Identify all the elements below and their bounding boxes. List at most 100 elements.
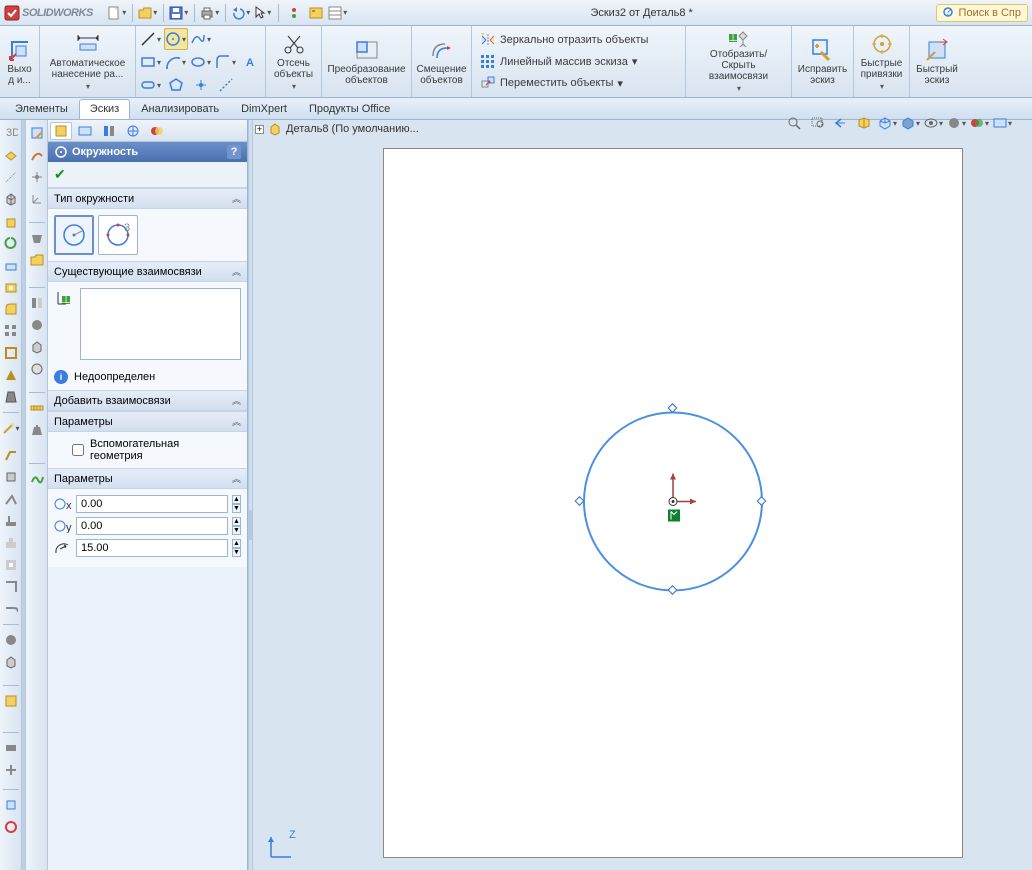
body-icon[interactable] [28, 338, 46, 356]
hide-show-icon[interactable]: ▾ [923, 114, 943, 132]
rebuild-icon[interactable] [284, 3, 304, 23]
section-options[interactable]: Параметры︽ [48, 411, 247, 432]
misc6-icon[interactable] [2, 796, 20, 814]
move-entities-button[interactable]: Переместить объекты ▾ [478, 72, 625, 94]
tree-expand-icon[interactable]: + [255, 125, 264, 134]
exit-sketch-button[interactable]: Выхо д и... [4, 28, 34, 95]
tab-dimxpert[interactable]: DimXpert [230, 99, 298, 119]
scene-icon[interactable]: ▾ [969, 114, 989, 132]
revolve-icon[interactable] [2, 234, 20, 252]
point-tool-icon[interactable] [28, 168, 46, 186]
rectangle-icon[interactable]: ▾ [139, 51, 163, 73]
section-add-relations[interactable]: Добавить взаимосвязи︽ [48, 390, 247, 411]
print-icon[interactable]: ▾ [200, 3, 220, 23]
undo-icon[interactable]: ▾ [231, 3, 251, 23]
tab-feat-icon[interactable] [2, 534, 20, 552]
misc1-icon[interactable] [2, 631, 20, 649]
construction-geometry-checkbox[interactable] [72, 444, 84, 456]
radius-input[interactable] [76, 539, 228, 557]
spline-icon[interactable]: ▾ [189, 28, 213, 50]
hole-icon[interactable] [2, 278, 20, 296]
arc-icon[interactable]: ▾ [164, 51, 188, 73]
coord-icon[interactable] [28, 190, 46, 208]
display-style-icon[interactable]: ▾ [900, 114, 920, 132]
config-icon[interactable] [28, 294, 46, 312]
surface-icon[interactable] [28, 229, 46, 247]
shell-icon[interactable] [2, 344, 20, 362]
tab-sketch[interactable]: Эскиз [79, 99, 130, 119]
bend-icon[interactable] [2, 446, 20, 464]
display-relations-button[interactable]: ⊥ Отобразить/Скрыть взаимосвязи ▾ [690, 28, 787, 95]
convert-entities-button[interactable]: Преобразование объектов [324, 28, 408, 95]
rapid-sketch-button[interactable]: Быстрый эскиз [913, 28, 961, 95]
mass-icon[interactable] [28, 421, 46, 439]
breadcrumb[interactable]: Деталь8 (По умолчанию... [286, 123, 419, 135]
feature-tree-tab[interactable] [50, 122, 72, 140]
section-view-icon[interactable] [854, 114, 874, 132]
fillet-icon[interactable]: ▾ [214, 51, 238, 73]
pattern-icon[interactable] [2, 322, 20, 340]
cx-input[interactable] [76, 495, 228, 513]
pm-help-button[interactable]: ? [227, 145, 241, 159]
cube-icon[interactable] [2, 190, 20, 208]
corner-icon[interactable] [2, 578, 20, 596]
properties-icon[interactable]: ▾ [328, 3, 348, 23]
open-file-icon[interactable]: ▾ [138, 3, 158, 23]
polygon-icon[interactable] [164, 74, 188, 96]
curve-icon[interactable] [28, 146, 46, 164]
material-icon[interactable] [28, 316, 46, 334]
rib-icon[interactable] [2, 366, 20, 384]
linear-pattern-button[interactable]: Линейный массив эскиза ▾ [478, 51, 639, 73]
cx-up[interactable]: ▲ [232, 495, 241, 504]
axis-icon[interactable] [2, 168, 20, 186]
mirror-entities-button[interactable]: Зеркально отразить объекты [478, 29, 650, 51]
r-down[interactable]: ▼ [232, 548, 241, 557]
help-search[interactable]: ? Поиск в Спр [936, 4, 1028, 22]
extrude-icon[interactable] [2, 212, 20, 230]
misc5-icon[interactable] [2, 761, 20, 779]
misc4-icon[interactable] [2, 739, 20, 757]
offset-entities-button[interactable]: Смещение объектов [414, 28, 470, 95]
line-icon[interactable]: ▾ [139, 28, 163, 50]
fillet-feat-icon[interactable] [2, 300, 20, 318]
trim-button[interactable]: Отсечь объекты ▾ [271, 28, 316, 95]
ellipse-icon[interactable]: ▾ [189, 51, 213, 73]
new-file-icon[interactable]: ▾ [107, 3, 127, 23]
centerline-icon[interactable] [214, 74, 238, 96]
feature-icon[interactable] [2, 256, 20, 274]
wand-icon[interactable]: ▾ [2, 419, 20, 437]
circle-center-radius[interactable] [54, 215, 94, 255]
ok-button[interactable]: ✔ [54, 166, 66, 182]
circle-perimeter[interactable]: 3 [98, 215, 138, 255]
sketch-icon[interactable] [28, 124, 46, 142]
circle-icon[interactable]: ▾ [164, 28, 188, 50]
display-tab[interactable] [146, 122, 168, 140]
folder-icon[interactable] [28, 251, 46, 269]
cy-down[interactable]: ▼ [232, 526, 241, 535]
options-icon[interactable] [306, 3, 326, 23]
misc3-icon[interactable] [2, 692, 20, 710]
spline-tool-icon[interactable] [28, 470, 46, 488]
cut-icon[interactable] [2, 556, 20, 574]
graphics-area[interactable]: + Деталь8 (По умолчанию... ▾ ▾ ▾ ▾ ▾ ▾ [253, 120, 1032, 870]
hem-icon[interactable] [2, 600, 20, 618]
misc2-icon[interactable] [2, 653, 20, 671]
misc7-icon[interactable] [2, 818, 20, 836]
cy-input[interactable] [76, 517, 228, 535]
appearance-icon[interactable] [28, 360, 46, 378]
text-icon[interactable]: A [239, 51, 263, 73]
weld-icon[interactable] [2, 490, 20, 508]
plane-icon[interactable] [2, 146, 20, 164]
view-icon[interactable]: 3D [2, 124, 20, 142]
cy-up[interactable]: ▲ [232, 517, 241, 526]
drawing-canvas[interactable] [383, 148, 963, 858]
sketch-origin[interactable] [658, 482, 688, 525]
orientation-icon[interactable]: ▾ [877, 114, 897, 132]
dimxpert-tab[interactable] [122, 122, 144, 140]
smart-dimension-button[interactable]: Автоматическое нанесение ра... ▾ [47, 28, 129, 95]
section-parameters[interactable]: Параметры︽ [48, 468, 247, 489]
tab-evaluate[interactable]: Анализировать [130, 99, 230, 119]
relations-listbox[interactable] [80, 288, 241, 360]
zoom-area-icon[interactable] [808, 114, 828, 132]
appearance-icon[interactable]: ▾ [946, 114, 966, 132]
